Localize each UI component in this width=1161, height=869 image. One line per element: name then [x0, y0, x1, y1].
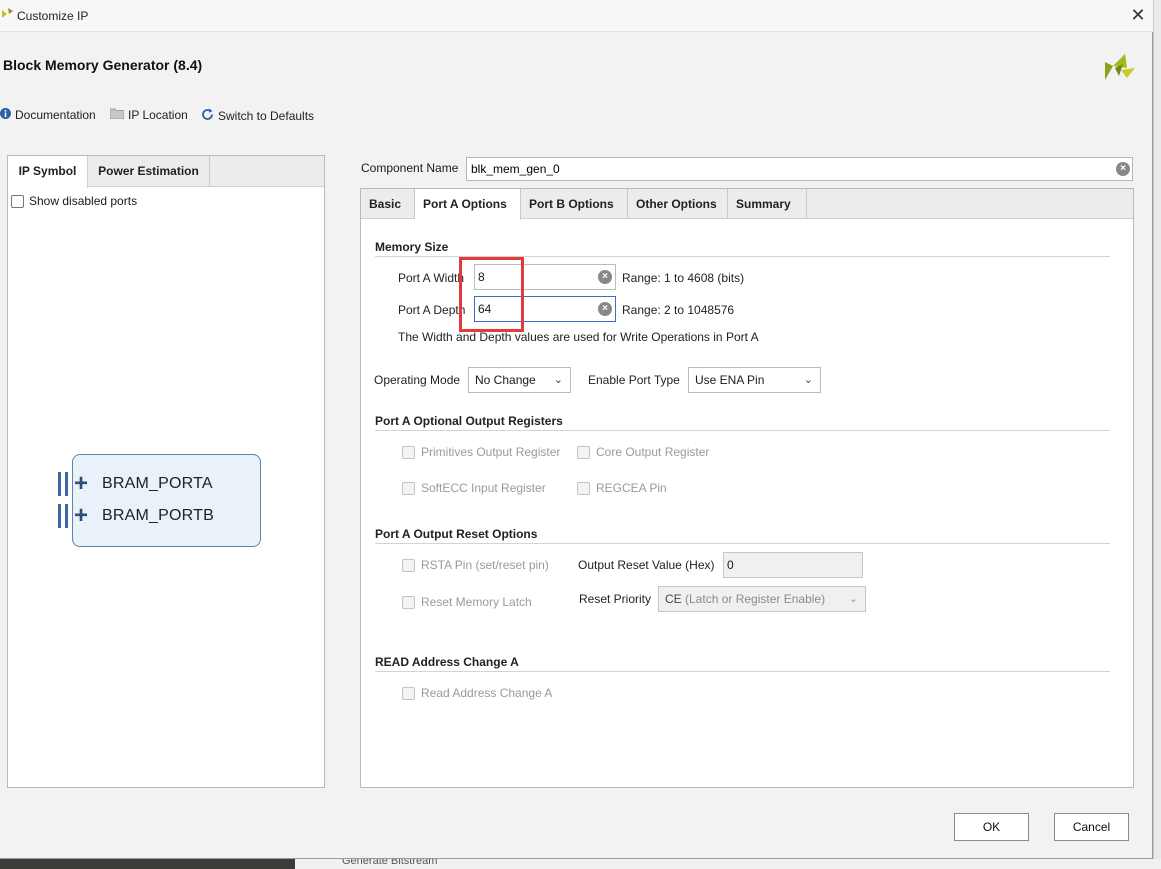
- reset-options-title: Port A Output Reset Options: [375, 527, 538, 541]
- port-a-depth-label: Port A Depth: [398, 303, 466, 317]
- tab-power-estimation[interactable]: Power Estimation: [88, 156, 210, 187]
- background-window-edge: [1153, 0, 1161, 869]
- documentation-link[interactable]: Documentation: [0, 108, 96, 122]
- cancel-button[interactable]: Cancel: [1054, 813, 1129, 841]
- tab-port-b-options[interactable]: Port B Options: [521, 189, 628, 219]
- reset-priority-label: Reset Priority: [579, 592, 652, 606]
- operating-mode-select[interactable]: No Change ⌄: [468, 367, 571, 393]
- enable-port-type-label: Enable Port Type: [588, 373, 680, 387]
- tab-summary[interactable]: Summary: [728, 189, 807, 219]
- output-registers-title: Port A Optional Output Registers: [375, 414, 563, 428]
- port-a-depth-range: Range: 2 to 1048576: [622, 303, 735, 317]
- read-address-title: READ Address Change A: [375, 655, 519, 669]
- operating-mode-value: No Change: [475, 373, 536, 387]
- enable-port-type-select[interactable]: Use ENA Pin ⌄: [688, 367, 821, 393]
- output-reset-value-field[interactable]: 0: [723, 552, 863, 578]
- rsta-pin-checkbox[interactable]: [402, 558, 415, 572]
- regcea-pin-label: REGCEA Pin: [596, 481, 667, 495]
- component-name-input[interactable]: [467, 158, 1097, 180]
- core-output-register-label: Core Output Register: [596, 445, 710, 459]
- ip-symbol-panel: IP Symbol Power Estimation Show disabled…: [7, 155, 325, 788]
- left-tabbar: IP Symbol Power Estimation: [8, 156, 324, 188]
- ip-location-link[interactable]: IP Location: [109, 108, 188, 122]
- port-a-width-range: Range: 1 to 4608 (bits): [622, 271, 745, 285]
- ip-location-label: IP Location: [128, 108, 188, 122]
- clear-icon[interactable]: ×: [1116, 162, 1130, 176]
- expand-plus-icon[interactable]: +: [74, 504, 92, 528]
- component-name-label: Component Name: [361, 161, 459, 175]
- operating-mode-label: Operating Mode: [374, 373, 461, 387]
- close-icon[interactable]: ✕: [1129, 6, 1147, 24]
- page-title: Block Memory Generator (8.4): [3, 57, 203, 73]
- tab-other-options[interactable]: Other Options: [628, 189, 728, 219]
- port-label: BRAM_PORTA: [102, 475, 213, 492]
- output-reset-value-label: Output Reset Value (Hex): [578, 558, 715, 572]
- expand-plus-icon[interactable]: +: [74, 472, 92, 496]
- show-disabled-ports-checkbox[interactable]: [11, 194, 24, 208]
- width-depth-note: The Width and Depth values are used for …: [398, 330, 759, 344]
- read-address-change-label: Read Address Change A: [421, 686, 553, 700]
- info-icon: [0, 108, 11, 122]
- show-disabled-ports-option[interactable]: Show disabled ports: [11, 194, 137, 208]
- core-output-register-option[interactable]: Core Output Register: [577, 445, 709, 459]
- primitives-output-register-label: Primitives Output Register: [421, 445, 561, 459]
- ok-button[interactable]: OK: [954, 813, 1029, 841]
- window-title: Customize IP: [17, 9, 89, 23]
- customize-ip-dialog: Customize IP ✕ Block Memory Generator (8…: [0, 0, 1153, 859]
- memory-size-title: Memory Size: [375, 240, 449, 254]
- rsta-pin-label: RSTA Pin (set/reset pin): [421, 558, 549, 572]
- component-name-field[interactable]: ×: [466, 157, 1133, 181]
- clear-icon[interactable]: ×: [598, 270, 612, 284]
- output-reset-value: 0: [727, 558, 734, 572]
- regcea-pin-option[interactable]: REGCEA Pin: [577, 481, 667, 495]
- softecc-input-register-checkbox[interactable]: [402, 481, 415, 495]
- ip-symbol-block: + BRAM_PORTA + BRAM_PORTB: [58, 454, 261, 547]
- folder-icon: [109, 108, 125, 122]
- reset-memory-latch-label: Reset Memory Latch: [421, 595, 532, 609]
- chevron-down-icon: ⌄: [848, 593, 858, 605]
- options-tabbar: Basic Port A Options Port B Options Othe…: [361, 189, 1133, 220]
- documentation-label: Documentation: [15, 108, 96, 122]
- port-bram-porta[interactable]: + BRAM_PORTA: [58, 472, 213, 496]
- refresh-icon: [201, 108, 214, 124]
- port-a-width-label: Port A Width: [398, 271, 465, 285]
- xilinx-logo-icon: [1103, 50, 1137, 85]
- rsta-pin-option[interactable]: RSTA Pin (set/reset pin): [402, 558, 549, 572]
- primitives-output-register-option[interactable]: Primitives Output Register: [402, 445, 560, 459]
- switch-defaults-label: Switch to Defaults: [218, 109, 315, 123]
- reset-priority-select[interactable]: CE (Latch or Register Enable) ⌄: [658, 586, 866, 612]
- read-address-change-option[interactable]: Read Address Change A: [402, 686, 552, 700]
- highlight-box: [459, 257, 524, 332]
- port-bram-portb[interactable]: + BRAM_PORTB: [58, 504, 214, 528]
- softecc-input-register-label: SoftECC Input Register: [421, 481, 546, 495]
- tab-port-a-options[interactable]: Port A Options: [415, 189, 521, 220]
- show-disabled-ports-label: Show disabled ports: [29, 194, 138, 208]
- background-window-bottom: Generate Bitstream: [0, 855, 1161, 869]
- core-output-register-checkbox[interactable]: [577, 445, 590, 459]
- softecc-input-register-option[interactable]: SoftECC Input Register: [402, 481, 546, 495]
- app-logo-icon: [2, 8, 14, 23]
- port-bus-icon: [58, 472, 68, 496]
- tab-basic[interactable]: Basic: [361, 189, 415, 219]
- reset-priority-value: CE (Latch or Register Enable): [665, 592, 826, 606]
- primitives-output-register-checkbox[interactable]: [402, 445, 415, 459]
- tab-ip-symbol[interactable]: IP Symbol: [8, 156, 88, 188]
- switch-defaults-link[interactable]: Switch to Defaults: [201, 108, 314, 124]
- read-address-change-checkbox[interactable]: [402, 686, 415, 700]
- chevron-down-icon: ⌄: [803, 374, 813, 386]
- clear-icon[interactable]: ×: [598, 302, 612, 316]
- regcea-pin-checkbox[interactable]: [577, 481, 590, 495]
- title-bar: Customize IP ✕: [0, 0, 1153, 32]
- chevron-down-icon: ⌄: [553, 374, 563, 386]
- port-bus-icon: [58, 504, 68, 528]
- reset-memory-latch-option[interactable]: Reset Memory Latch: [402, 595, 532, 609]
- enable-port-type-value: Use ENA Pin: [695, 373, 765, 387]
- reset-memory-latch-checkbox[interactable]: [402, 595, 415, 609]
- port-label: BRAM_PORTB: [102, 507, 214, 524]
